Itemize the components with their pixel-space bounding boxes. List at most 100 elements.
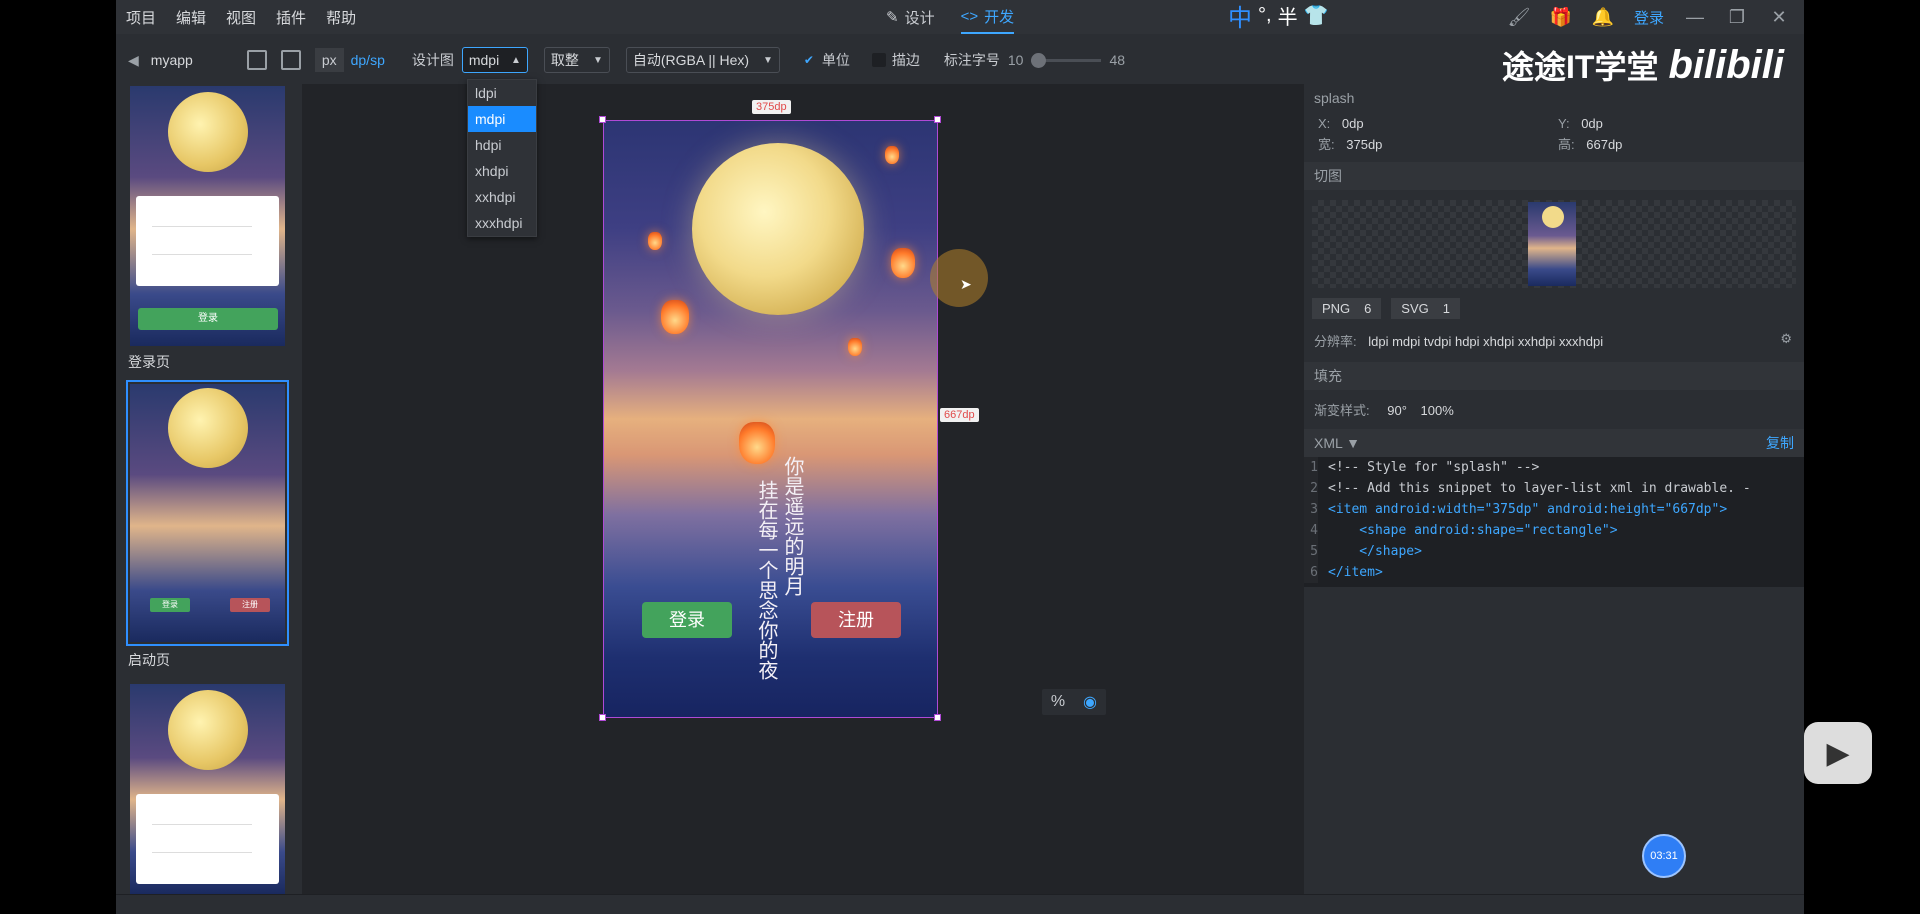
splash-login-button[interactable]: 登录	[642, 602, 732, 638]
page-thumb-splash[interactable]: 登录 注册	[126, 380, 289, 646]
save-icon[interactable]	[246, 50, 267, 70]
caret-down-icon: ▼	[762, 54, 773, 66]
density-option-xhdpi[interactable]: xhdpi	[468, 158, 536, 184]
png-count: 6	[1364, 301, 1372, 316]
y-label: Y:	[1558, 116, 1570, 131]
ime-half-width[interactable]: 半	[1278, 1, 1298, 30]
register-button-thumb: 注册	[230, 598, 270, 612]
width-value[interactable]: 375dp	[1346, 137, 1382, 152]
density-option-ldpi[interactable]: ldpi	[468, 80, 536, 106]
menu-help[interactable]: 帮助	[316, 7, 366, 28]
percent-icon[interactable]: %	[1042, 689, 1074, 715]
lantern-image	[885, 146, 899, 164]
check-icon: ✔	[801, 53, 816, 67]
density-select[interactable]: mdpi ▲	[461, 47, 528, 73]
menu-plugins[interactable]: 插件	[266, 7, 316, 28]
resize-handle-tr[interactable]	[934, 116, 941, 123]
slice-section-title: 切图	[1304, 162, 1804, 190]
ime-punct-mark[interactable]: °,	[1258, 4, 1272, 27]
moon-image	[168, 690, 248, 770]
page-thumb-login[interactable]: 登录	[130, 86, 285, 346]
shirt-icon[interactable]: 👕	[1304, 3, 1329, 28]
menu-edit[interactable]: 编辑	[166, 7, 216, 28]
export-icon[interactable]	[280, 50, 301, 70]
resolution-label: 分辨率:	[1314, 334, 1357, 349]
unit-checkbox[interactable]: ✔ 单位	[801, 50, 850, 70]
password-line	[152, 254, 252, 255]
play-button[interactable]: ▶	[1804, 722, 1872, 784]
mode-develop-label: 开发	[984, 8, 1015, 26]
xml-code-block[interactable]: 1 <!-- Style for "splash" --> 2 <!-- Add t…	[1304, 457, 1804, 587]
code-line: 5 </shape>	[1304, 541, 1804, 562]
slice-thumbnail[interactable]	[1528, 202, 1576, 286]
code-line: 2 <!-- Add this snippet to layer-list xml…	[1304, 478, 1804, 499]
code-text: <!-- Add this snippet to layer-list xml …	[1328, 481, 1751, 496]
gear-icon[interactable]: ⚙	[1780, 331, 1792, 347]
x-value[interactable]: 0dp	[1342, 116, 1364, 131]
ime-chinese-glyph[interactable]: 中	[1228, 0, 1252, 33]
close-icon[interactable]: ✕	[1768, 6, 1790, 28]
caret-down-icon: ▼	[592, 54, 603, 66]
rounding-select[interactable]: 取整 ▼	[543, 47, 610, 73]
splash-register-button[interactable]: 注册	[811, 602, 901, 638]
menu-view[interactable]: 视图	[216, 7, 266, 28]
watermark-site: bilibili	[1668, 42, 1784, 87]
svg-tag[interactable]: SVG 1	[1391, 298, 1460, 319]
bell-icon[interactable]: 🔔	[1592, 6, 1614, 28]
density-option-xxhdpi[interactable]: xxhdpi	[468, 184, 536, 210]
density-option-hdpi[interactable]: hdpi	[468, 132, 536, 158]
height-badge: 667dp	[940, 408, 979, 422]
resize-handle-bl[interactable]	[599, 714, 606, 721]
stroke-checkbox[interactable]: 描边	[871, 50, 920, 70]
png-tag[interactable]: PNG 6	[1312, 298, 1382, 319]
page-thumb-login-2[interactable]	[130, 684, 285, 894]
restore-icon[interactable]: ❐	[1726, 6, 1748, 28]
unit-px-button[interactable]: px	[314, 48, 344, 72]
login-button-thumb: 登录	[138, 308, 278, 330]
density-option-xxxhdpi[interactable]: xxxhdpi	[468, 210, 536, 236]
font-size-max: 48	[1109, 52, 1126, 68]
brush-icon[interactable]: 🖌	[1508, 6, 1531, 28]
height-value[interactable]: 667dp	[1586, 137, 1622, 152]
pencil-icon: ✎	[886, 9, 899, 26]
gift-icon[interactable]: 🎁	[1550, 6, 1572, 28]
toolbar: ◀ myapp px dp/sp 设计图 mdpi ▲ 取整 ▼ 自动(RGBA…	[116, 38, 1804, 87]
gradient-percent: 100%	[1420, 403, 1454, 418]
password-line	[152, 852, 252, 853]
xml-header: XML ▼ 复制	[1304, 429, 1804, 457]
lantern-image	[848, 338, 862, 356]
font-size-min: 10	[1007, 52, 1024, 68]
menu-project[interactable]: 项目	[116, 7, 166, 28]
status-bar	[116, 894, 1804, 914]
poem-line-2: 挂在每一个思念你的夜	[755, 480, 779, 680]
y-value[interactable]: 0dp	[1581, 116, 1603, 131]
back-arrow-icon[interactable]: ◀	[128, 52, 139, 69]
video-time-badge[interactable]: 03:31	[1642, 834, 1686, 878]
mode-develop[interactable]: <> 开发	[960, 0, 1015, 34]
xml-dropdown[interactable]: XML ▼	[1314, 429, 1360, 457]
resize-handle-tl[interactable]	[599, 116, 606, 123]
copy-button[interactable]: 复制	[1766, 429, 1794, 457]
project-name[interactable]: myapp	[151, 52, 193, 68]
mode-design[interactable]: ✎ 设计	[886, 7, 935, 28]
font-size-slider[interactable]	[1031, 52, 1102, 68]
color-format-select[interactable]: 自动(RGBA || Hex) ▼	[625, 47, 780, 73]
resize-handle-br[interactable]	[934, 714, 941, 721]
minimize-icon[interactable]: —	[1684, 6, 1706, 28]
resolution-value: ldpi mdpi tvdpi hdpi xhdpi xxhdpi xxxhdp…	[1368, 334, 1604, 349]
username-line	[152, 824, 252, 825]
density-option-mdpi[interactable]: mdpi	[468, 106, 536, 132]
design-label: 设计图	[411, 52, 454, 68]
code-text: <!-- Style for "splash" -->	[1328, 460, 1540, 475]
splash-artboard[interactable]: 你是遥远的明月 挂在每一个思念你的夜 登录 注册	[603, 120, 938, 718]
slider-handle[interactable]	[1031, 52, 1047, 68]
login-link[interactable]: 登录	[1634, 7, 1664, 28]
unit-dp-button[interactable]: dp/sp	[344, 48, 392, 72]
width-badge: 375dp	[752, 100, 791, 114]
eye-icon[interactable]: ◉	[1074, 689, 1106, 715]
layer-name: splash	[1304, 84, 1804, 112]
color-format-value: 自动(RGBA || Hex)	[632, 52, 750, 68]
mode-switch: ✎ 设计 <> 开发	[886, 0, 1015, 34]
design-canvas[interactable]: 你是遥远的明月 挂在每一个思念你的夜 登录 注册 375dp 667dp ➤ %…	[302, 84, 1304, 894]
canvas-tools: % ◉	[1042, 689, 1106, 715]
